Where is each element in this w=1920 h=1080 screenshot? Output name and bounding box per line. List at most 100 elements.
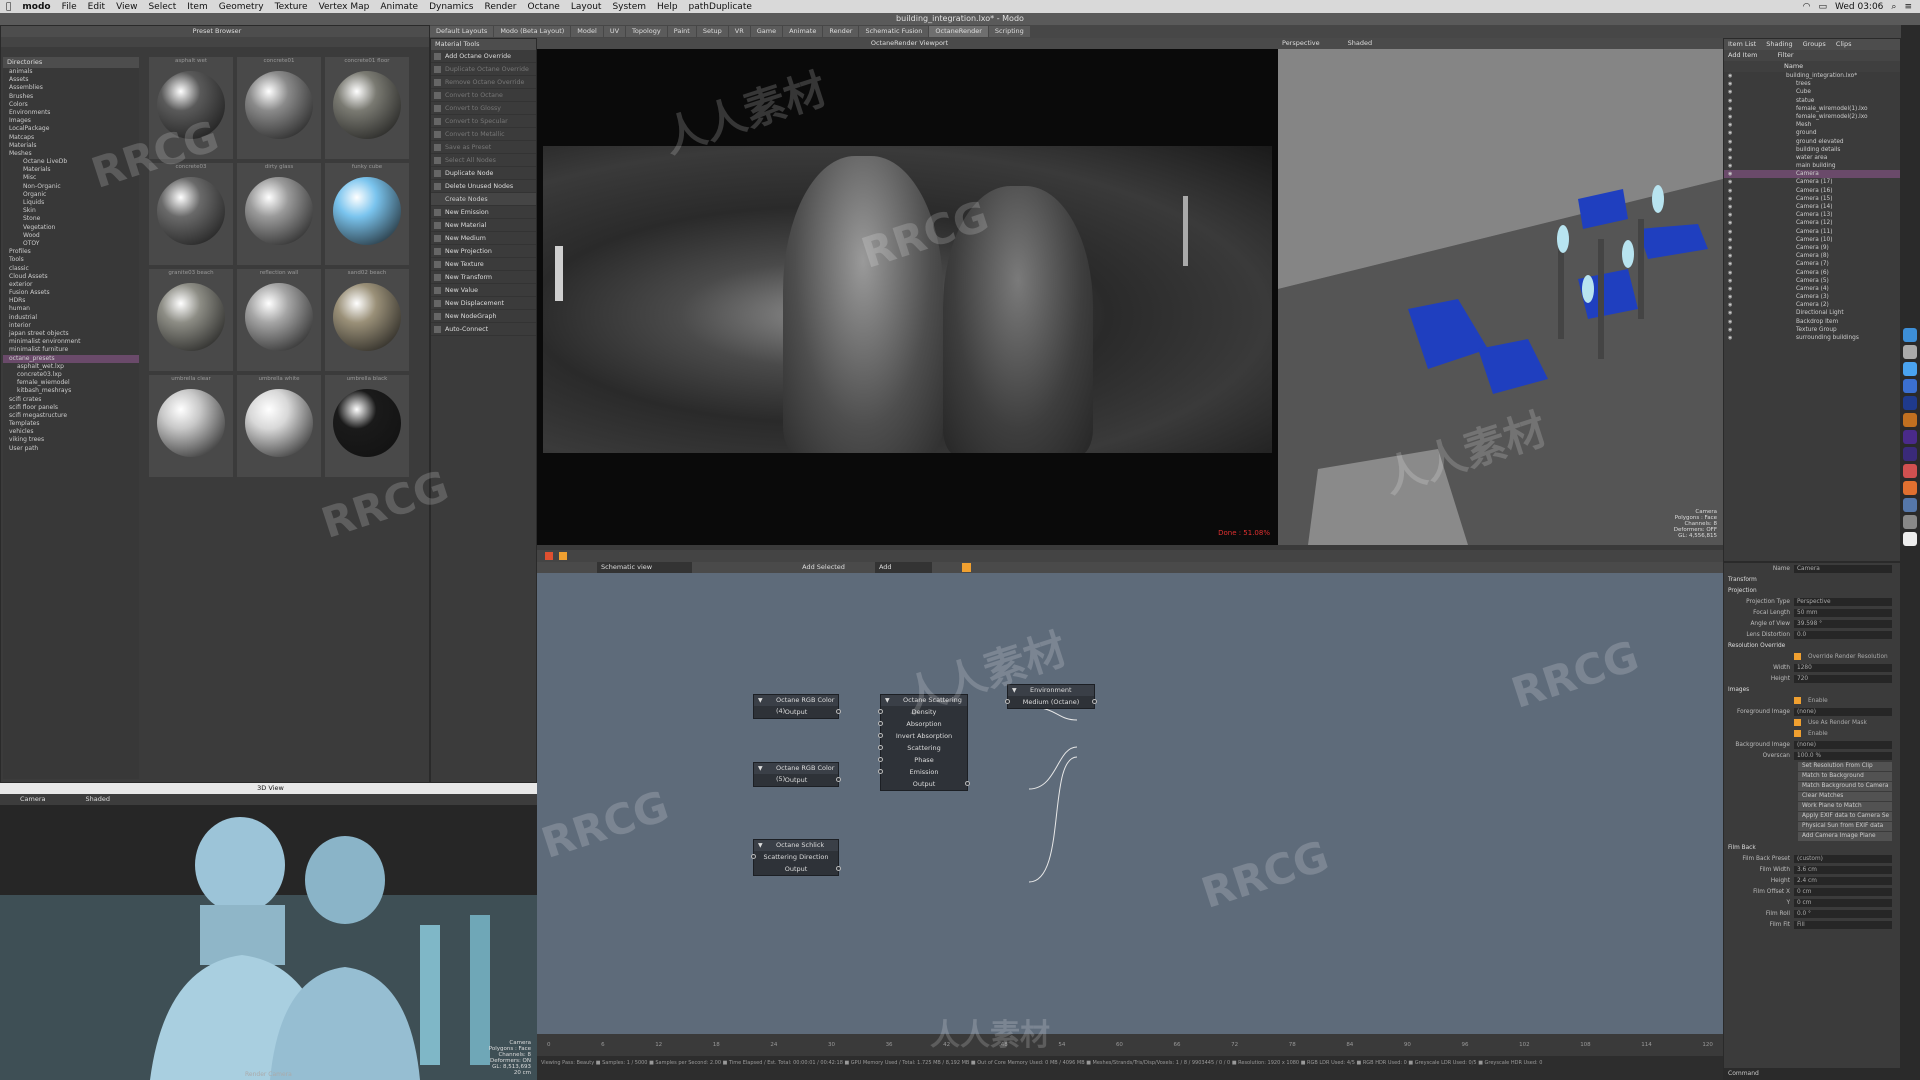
property-button[interactable]: Clear Matches xyxy=(1798,792,1892,801)
visibility-eye-icon[interactable]: ◉ xyxy=(1728,121,1732,129)
layout-tab[interactable]: Game xyxy=(750,26,783,37)
directory-item[interactable]: scifi floor panels xyxy=(3,404,139,412)
shading-dropdown[interactable]: Shaded xyxy=(1348,38,1372,49)
material-tool-button[interactable]: Duplicate Node xyxy=(431,167,536,180)
visibility-eye-icon[interactable]: ◉ xyxy=(1728,203,1732,211)
menu-select[interactable]: Select xyxy=(148,2,176,12)
property-button[interactable]: Add Camera Image Plane xyxy=(1798,832,1892,841)
material-preset[interactable]: umbrella black xyxy=(325,375,409,477)
directory-item[interactable]: minimalist furniture xyxy=(3,346,139,354)
item-list-row[interactable]: Camera (10) ◉ xyxy=(1724,236,1900,244)
menu-system[interactable]: System xyxy=(612,2,646,12)
item-list-row[interactable]: ground ◉ xyxy=(1724,129,1900,137)
directory-item[interactable]: Fusion Assets xyxy=(3,289,139,297)
item-list-row[interactable]: Camera (8) ◉ xyxy=(1724,252,1900,260)
property-button[interactable]: Physical Sun from EXIF data xyxy=(1798,822,1892,831)
item-list-row[interactable]: surrounding buildings ◉ xyxy=(1724,334,1900,342)
directory-item[interactable]: Non-Organic xyxy=(3,183,139,191)
material-tool-button[interactable]: New Displacement xyxy=(431,297,536,310)
item-list-row[interactable]: building details ◉ xyxy=(1724,146,1900,154)
directory-item[interactable]: octane_presets xyxy=(3,354,139,363)
chrome-icon[interactable] xyxy=(1903,379,1917,393)
node-port[interactable]: Absorption xyxy=(878,718,967,730)
port-connector-icon[interactable] xyxy=(1092,699,1097,704)
directory-item[interactable]: Skin xyxy=(3,207,139,215)
visibility-eye-icon[interactable]: ◉ xyxy=(1728,105,1732,113)
property-value[interactable]: 720 xyxy=(1794,674,1892,683)
item-list-row[interactable]: ground elevated ◉ xyxy=(1724,138,1900,146)
material-tool-button[interactable]: Convert to Metallic xyxy=(431,128,536,141)
safari-icon[interactable] xyxy=(1903,362,1917,376)
material-preset[interactable]: umbrella clear xyxy=(149,375,233,477)
visibility-eye-icon[interactable]: ◉ xyxy=(1728,154,1732,162)
schematic-node[interactable]: EnvironmentMedium (Octane) xyxy=(1005,684,1097,709)
premiere-icon[interactable] xyxy=(1903,430,1917,444)
material-tool-button[interactable]: New Medium xyxy=(431,232,536,245)
directory-item[interactable]: Environments xyxy=(3,109,139,117)
directory-item[interactable]: japan street objects xyxy=(3,330,139,338)
checkbox-icon[interactable] xyxy=(1794,730,1801,737)
material-tool-button[interactable]: Duplicate Octane Override xyxy=(431,63,536,76)
visibility-eye-icon[interactable]: ◉ xyxy=(1728,277,1732,285)
port-connector-icon[interactable] xyxy=(1005,699,1010,704)
port-connector-icon[interactable] xyxy=(965,781,970,786)
port-connector-icon[interactable] xyxy=(878,769,883,774)
visibility-eye-icon[interactable]: ◉ xyxy=(1728,219,1732,227)
layout-tab[interactable]: Setup xyxy=(696,26,728,37)
node-port[interactable]: Output xyxy=(754,774,841,786)
item-list-row[interactable]: female_wiremodel(1).lxo ◉ xyxy=(1724,105,1900,113)
layout-tab[interactable]: Schematic Fusion xyxy=(859,26,929,37)
node-port[interactable]: Medium (Octane) xyxy=(1005,696,1097,708)
material-preset[interactable]: granite03 beach xyxy=(149,269,233,371)
menu-geometry[interactable]: Geometry xyxy=(219,2,264,12)
visibility-eye-icon[interactable]: ◉ xyxy=(1728,97,1732,105)
property-section[interactable]: Resolution Override xyxy=(1724,640,1900,651)
visibility-eye-icon[interactable]: ◉ xyxy=(1728,244,1732,252)
directory-item[interactable]: Wood xyxy=(3,232,139,240)
node-port[interactable]: Scattering Direction xyxy=(751,851,838,863)
name-column-header[interactable]: Name xyxy=(1724,61,1900,72)
directory-item[interactable]: exterior xyxy=(3,281,139,289)
directory-item[interactable]: User path xyxy=(3,445,139,453)
property-button[interactable]: Match Background to Camera xyxy=(1798,782,1892,791)
port-connector-icon[interactable] xyxy=(836,866,841,871)
item-tab[interactable]: Item List xyxy=(1728,39,1756,50)
item-list-row[interactable]: Camera (7) ◉ xyxy=(1724,260,1900,268)
bridge-icon[interactable] xyxy=(1903,413,1917,427)
directory-item[interactable]: concrete03.lxp xyxy=(3,371,139,379)
material-tool-button[interactable]: New Texture xyxy=(431,258,536,271)
node-port[interactable]: Output xyxy=(754,863,841,875)
visibility-eye-icon[interactable]: ◉ xyxy=(1728,138,1732,146)
directory-item[interactable]: Profiles xyxy=(3,248,139,256)
item-list-row[interactable]: Camera (15) ◉ xyxy=(1724,195,1900,203)
directory-item[interactable]: classic xyxy=(3,265,139,273)
node-port[interactable]: Density xyxy=(878,706,967,718)
directory-item[interactable]: Vegetation xyxy=(3,224,139,232)
item-list-row[interactable]: trees ◉ xyxy=(1724,80,1900,88)
item-list-row[interactable]: Camera (2) ◉ xyxy=(1724,301,1900,309)
property-value[interactable]: (custom) xyxy=(1794,854,1892,863)
directory-item[interactable]: vehicles xyxy=(3,428,139,436)
material-tool-button[interactable]: Delete Unused Nodes xyxy=(431,180,536,193)
node-editor[interactable]: Schematic view Add Selected Add Octane R… xyxy=(537,562,1723,1034)
menu-pathduplicate[interactable]: pathDuplicate xyxy=(689,2,752,12)
schematic-node[interactable]: Octane ScatteringDensityAbsorptionInvert… xyxy=(878,694,970,791)
item-list-row[interactable]: main building ◉ xyxy=(1724,162,1900,170)
directory-item[interactable]: viking trees xyxy=(3,436,139,444)
directory-item[interactable]: scifi megastructure xyxy=(3,412,139,420)
property-section[interactable]: Images xyxy=(1724,684,1900,695)
material-tool-button[interactable]: Save as Preset xyxy=(431,141,536,154)
directory-item[interactable]: Images xyxy=(3,117,139,125)
app-icon-blue[interactable] xyxy=(1903,498,1917,512)
visibility-eye-icon[interactable]: ◉ xyxy=(1728,129,1732,137)
material-tool-button[interactable]: New Emission xyxy=(431,206,536,219)
property-value[interactable]: (none) xyxy=(1794,707,1892,716)
layout-tab[interactable]: Modo (Beta Layout) xyxy=(494,26,571,37)
menu-item[interactable]: Item xyxy=(187,2,208,12)
app-icon-white[interactable] xyxy=(1903,532,1917,546)
small-view-shading[interactable]: Shaded xyxy=(86,794,110,805)
property-value[interactable]: Enable xyxy=(1805,730,1892,738)
schematic-node[interactable]: Octane SchlickScattering DirectionOutput xyxy=(751,839,841,876)
octane-render-viewport[interactable]: OctaneRender Viewport Done : 51.08% xyxy=(537,38,1278,545)
schematic-node[interactable]: Octane RGB Color (4)Output xyxy=(753,694,841,719)
